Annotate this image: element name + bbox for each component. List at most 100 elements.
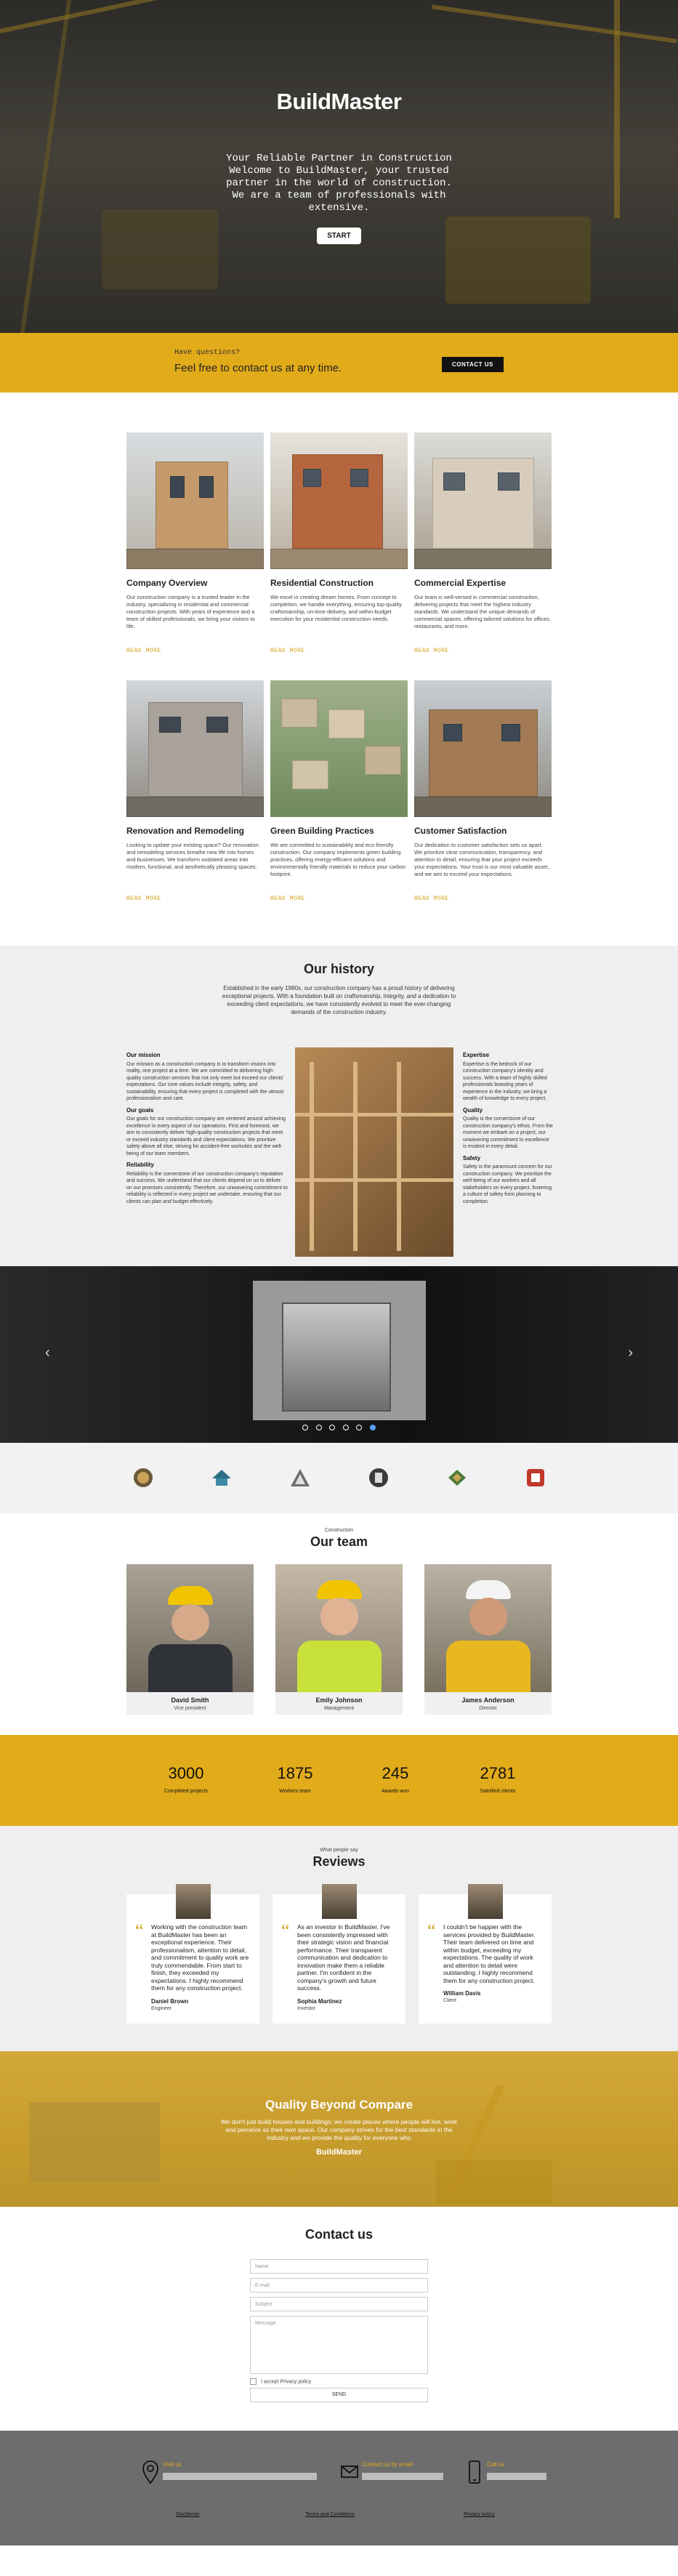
team-title: Our team: [310, 1534, 368, 1549]
contact-band: Have questions? Feel free to contact us …: [0, 333, 678, 393]
slider-prev-icon[interactable]: ‹: [45, 1345, 50, 1361]
service-title: Green Building Practices: [270, 826, 374, 836]
hero-section: BuildMaster Your Reliable Partner in Con…: [0, 0, 678, 333]
read-more-link[interactable]: READ MORE: [270, 648, 408, 654]
stat-label: Completed projects: [164, 1789, 209, 1794]
contact-form: Name E-mail Subject Message I accept Pri…: [250, 2259, 428, 2402]
service-image: [270, 680, 408, 817]
checkbox-icon[interactable]: [250, 2378, 257, 2385]
member-role: Director: [479, 1706, 497, 1711]
stat-label: Satisfied clients: [480, 1789, 516, 1794]
history-heading: Reliability: [126, 1162, 154, 1168]
history-text: Our mission as a construction company is…: [126, 1061, 284, 1102]
stat-value: 2781: [480, 1764, 516, 1782]
team-member-card: Emily Johnson Management: [275, 1564, 403, 1715]
reviewer-name: Sophia Martinez: [297, 1997, 342, 2005]
service-title: Renovation and Remodeling: [126, 826, 245, 836]
service-card: Residential Construction We excel in cre…: [270, 432, 408, 654]
service-card: Customer Satisfaction Our dedication to …: [414, 680, 552, 902]
member-photo: [126, 1564, 254, 1692]
history-section: Our history Established in the early 198…: [0, 946, 678, 1266]
start-button[interactable]: START: [317, 228, 361, 244]
stat-item: 2781 Satisfied clients: [454, 1764, 541, 1794]
slider-dot[interactable]: [315, 1425, 322, 1430]
footer: Visit us Contact us by email Call us Dis…: [0, 2431, 678, 2545]
send-button[interactable]: SEND: [250, 2388, 428, 2402]
partner-logo-icon: [134, 1468, 153, 1487]
quality-title: Quality Beyond Compare: [265, 2098, 413, 2112]
reviewer-name: Daniel Brown: [151, 1997, 189, 2005]
message-field[interactable]: Message: [250, 2316, 428, 2374]
partner-diamond-logo-icon: [448, 1470, 466, 1486]
slider-dot[interactable]: [356, 1425, 363, 1430]
privacy-checkbox-label: I accept Privacy policy: [261, 2379, 312, 2385]
reviewer-role: Engineer: [151, 2005, 172, 2011]
history-text: Safety is the paramount concern for our …: [463, 1164, 552, 1204]
stat-label: Awards won: [381, 1789, 409, 1794]
history-text: Our goals for our construction company a…: [126, 1116, 286, 1156]
contact-us-button[interactable]: CONTACT US: [442, 357, 504, 372]
privacy-policy-link[interactable]: Privacy policy: [464, 2512, 495, 2517]
history-text: Expertise is the bedrock of our construc…: [463, 1061, 547, 1102]
slider-dots: [0, 1421, 678, 1434]
service-image: [270, 432, 408, 569]
reviewer-avatar: [467, 1884, 503, 1919]
band-question: Have questions?: [174, 349, 241, 357]
envelope-icon: [341, 2466, 358, 2478]
service-card: Commercial Expertise Our team is well-ve…: [414, 432, 552, 654]
footer-visit-label: Visit us: [163, 2461, 182, 2468]
reviewer-name: William Davis: [443, 1990, 481, 1997]
review-card: “ I couldn't be happier with the service…: [419, 1884, 552, 2024]
name-field[interactable]: Name: [250, 2259, 428, 2274]
history-heading: Our mission: [126, 1052, 161, 1058]
band-text: Feel free to contact us at any time.: [174, 362, 342, 374]
terms-link[interactable]: Terms and Conditions: [305, 2512, 355, 2517]
member-photo: [275, 1564, 403, 1692]
email-field[interactable]: E-mail: [250, 2278, 428, 2293]
quality-brand: BuildMaster: [316, 2148, 362, 2157]
service-title: Commercial Expertise: [414, 578, 507, 588]
brand-title: BuildMaster: [276, 89, 402, 114]
partner-triangle-logo-icon: [291, 1469, 310, 1486]
footer-mail-label: Contact us by email: [362, 2461, 413, 2468]
slider-dot[interactable]: [329, 1425, 336, 1430]
read-more-link[interactable]: READ MORE: [414, 895, 552, 902]
reviewer-avatar: [321, 1884, 357, 1919]
read-more-link[interactable]: READ MORE: [414, 648, 552, 654]
footer-mail-value[interactable]: [362, 2473, 443, 2480]
review-text: Working with the construction team at Bu…: [151, 1923, 249, 1992]
team-section: Construction Our team David Smith Vice p…: [0, 1513, 678, 1735]
reviews-pretitle: What people say: [320, 1848, 358, 1853]
slider-dot[interactable]: [342, 1425, 349, 1430]
partner-building-logo-icon: [369, 1468, 388, 1487]
subject-field[interactable]: Subject: [250, 2297, 428, 2311]
review-card: “ Working with the construction team at …: [126, 1884, 259, 2024]
stats-section: 3000 Completed projects 1875 Workers tea…: [0, 1735, 678, 1826]
review-text: As an investor in BuildMaster, I've been…: [297, 1923, 390, 1992]
review-card: “ As an investor in BuildMaster, I've be…: [273, 1884, 405, 2024]
footer-call-label: Call us: [487, 2461, 505, 2468]
history-photo: [295, 1047, 453, 1257]
slider-next-icon[interactable]: ›: [628, 1345, 633, 1361]
read-more-link[interactable]: READ MORE: [126, 895, 264, 902]
member-name: David Smith: [171, 1696, 209, 1704]
stat-item: 1875 Workers team: [251, 1764, 339, 1794]
service-title: Residential Construction: [270, 578, 374, 588]
footer-call-value[interactable]: [487, 2473, 546, 2480]
reviews-section: What people say Reviews “ Working with t…: [0, 1826, 678, 2051]
service-image: [414, 680, 552, 817]
hero-text: Your Reliable Partner in Construction We…: [226, 153, 452, 214]
disclaimer-link[interactable]: Disclaimer: [176, 2512, 200, 2517]
quote-icon: “: [427, 1920, 436, 1941]
slider-dot[interactable]: [302, 1425, 309, 1430]
slider-dot-active[interactable]: [369, 1425, 376, 1430]
read-more-link[interactable]: READ MORE: [270, 895, 408, 902]
history-heading: Quality: [463, 1106, 483, 1114]
history-heading: Our goals: [126, 1106, 154, 1114]
service-title: Customer Satisfaction: [414, 826, 507, 836]
service-text: We are committed to sustainability and e…: [270, 842, 406, 877]
privacy-checkbox[interactable]: I accept Privacy policy: [250, 2378, 428, 2385]
history-text: Quality is the cornerstone of our constr…: [463, 1116, 553, 1149]
review-text: I couldn't be happier with the services …: [443, 1923, 536, 1984]
read-more-link[interactable]: READ MORE: [126, 648, 264, 654]
